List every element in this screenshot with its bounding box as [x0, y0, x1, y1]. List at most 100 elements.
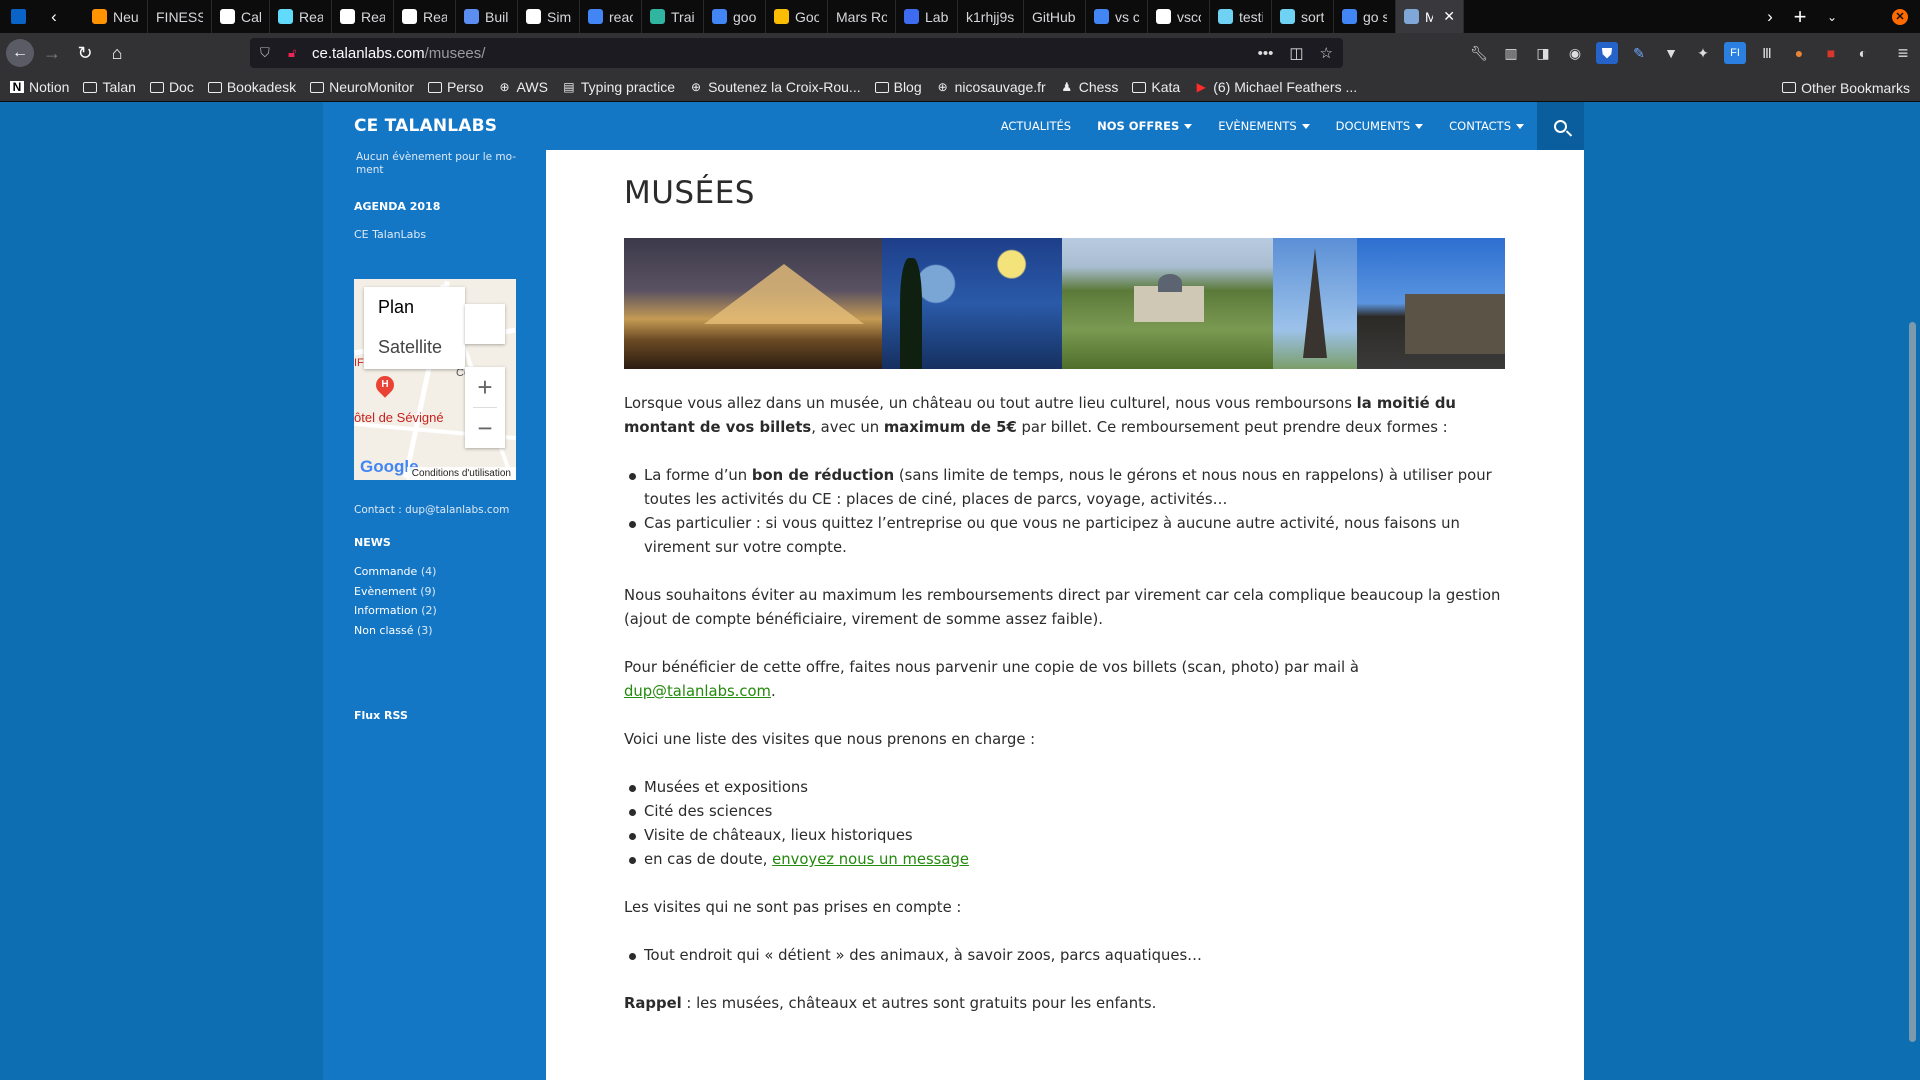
tab-label: k1rhjj9sb [966, 8, 1015, 25]
menu-icon[interactable]: ≡ [1892, 42, 1914, 64]
browser-tab[interactable]: testin [1210, 0, 1272, 33]
bitwarden-icon[interactable]: ⛊ [1596, 42, 1618, 64]
search-button[interactable] [1537, 102, 1584, 150]
browser-tab[interactable]: Simp [518, 0, 580, 33]
browser-tab[interactable]: FINESS : [148, 0, 212, 33]
bookmark-item[interactable]: ▶ (6) Michael Feathers ... [1194, 79, 1358, 95]
chateau-image [1062, 238, 1273, 369]
globe-icon: ⊕ [937, 80, 948, 94]
pocket-icon[interactable]: ◫ [1289, 44, 1303, 62]
bookmark-item[interactable]: Perso [427, 79, 484, 95]
map-satellite-button[interactable]: Satellite [378, 337, 442, 358]
bookmark-item[interactable]: ♟ Chess [1060, 79, 1118, 95]
back-button[interactable]: ← [3, 33, 37, 73]
forward-button[interactable]: → [35, 33, 69, 73]
bookmark-star-icon[interactable]: ☆ [1320, 44, 1333, 62]
extension-icon[interactable]: ✦ [1692, 42, 1714, 64]
rss-link[interactable]: Flux RSS [354, 709, 408, 722]
contact-message-link[interactable]: envoyez nous un message [772, 851, 969, 868]
browser-tab[interactable]: k1rhjj9sb [958, 0, 1024, 33]
browser-tab[interactable]: M✕ [1396, 0, 1464, 33]
tools-icon[interactable]: 🔧︎ [1468, 42, 1490, 64]
multi-container-icon[interactable]: Ⅲ [1756, 42, 1778, 64]
red-extension-icon[interactable]: ■ [1820, 42, 1842, 64]
nav-item[interactable]: CONTACTS [1449, 119, 1524, 133]
news-category-link[interactable]: Commande (4) [354, 565, 436, 578]
tab-favicon-icon [220, 9, 235, 24]
tab-list-chevron-icon[interactable]: ⌄ [1818, 0, 1846, 33]
page-scrollbar[interactable] [1905, 102, 1920, 1080]
nav-item[interactable]: DOCUMENTS [1336, 119, 1424, 133]
bold-text: maximum de 5€ [883, 419, 1017, 436]
browser-tab[interactable]: React [332, 0, 394, 33]
zoom-in-button[interactable]: + [465, 367, 505, 407]
zoom-out-button[interactable]: − [465, 408, 505, 448]
bookmark-item[interactable]: Bookadesk [207, 79, 296, 95]
tab-scroll-right-icon[interactable]: › [1756, 0, 1784, 33]
sidebar-toggle-icon[interactable]: ◨ [1532, 42, 1554, 64]
close-window-icon[interactable]: ✕ [1886, 0, 1914, 33]
bookmark-item[interactable]: ⊕ AWS [498, 79, 548, 95]
dark-mode-icon[interactable]: ◐ [1852, 42, 1874, 64]
bookmark-item[interactable]: Doc [149, 79, 194, 95]
browser-tab[interactable]: goog [704, 0, 766, 33]
browser-tab[interactable]: Lab9 [896, 0, 958, 33]
account-icon[interactable]: ◉ [1564, 42, 1586, 64]
browser-tab[interactable]: GitHub fo [1024, 0, 1086, 33]
browser-tab[interactable]: Mars Rov [828, 0, 896, 33]
close-tab-icon[interactable]: ✕ [1443, 8, 1455, 25]
browser-tab[interactable]: vscod [1148, 0, 1210, 33]
agenda-link[interactable]: CE TalanLabs [354, 228, 426, 241]
fi-extension-icon[interactable]: FI [1724, 42, 1746, 64]
news-category-link[interactable]: Non classé (3) [354, 624, 433, 637]
home-button[interactable]: ⌂ [100, 33, 134, 73]
browser-tab[interactable]: Train [642, 0, 704, 33]
insecure-lock-icon[interactable]: 🔓︎ [288, 45, 306, 61]
browser-tab[interactable]: go so [1334, 0, 1396, 33]
nav-item[interactable]: NOS OFFRES [1097, 119, 1193, 133]
cookie-extension-icon[interactable]: ● [1788, 42, 1810, 64]
site-title[interactable]: CE TALANLABS [354, 116, 497, 136]
browser-tab[interactable]: Calen [212, 0, 270, 33]
list-item: Cas particulier : si vous quittez l’entr… [629, 512, 1506, 560]
tracking-shield-icon[interactable]: ⛉ [260, 45, 278, 61]
browser-tab[interactable]: Goog [766, 0, 828, 33]
new-tab-icon[interactable]: + [1786, 0, 1814, 33]
map-plan-button[interactable]: Plan [378, 297, 414, 318]
url-bar[interactable]: ⛉ 🔓︎ ce.talanlabs.com/musees/ ••• ◫ ☆ [250, 38, 1343, 68]
vpn-extension-icon[interactable]: ▼ [1660, 42, 1682, 64]
bookmark-item[interactable]: ⊕ Soutenez la Croix-Rou... [689, 79, 861, 95]
google-map[interactable]: IF Consulat H ôtel de Sévigné Plan Satel… [354, 279, 516, 480]
browser-tab[interactable]: Neur [84, 0, 148, 33]
library-icon[interactable]: ▥ [1500, 42, 1522, 64]
browser-tab[interactable]: React [270, 0, 332, 33]
bookmark-item[interactable]: ⊕ nicosauvage.fr [936, 79, 1046, 95]
nav-item[interactable]: EVÈNEMENTS [1218, 119, 1310, 133]
hotel-pin-icon[interactable]: H [372, 372, 398, 398]
browser-tab[interactable]: sort [1272, 0, 1334, 33]
bookmark-item[interactable]: Blog [874, 79, 922, 95]
email-link[interactable]: dup@talanlabs.com [624, 683, 771, 700]
browser-tab[interactable]: Build [456, 0, 518, 33]
news-category-link[interactable]: Information (2) [354, 604, 437, 617]
other-bookmarks[interactable]: Other Bookmarks [1782, 73, 1910, 102]
map-fullscreen-button[interactable] [465, 304, 505, 344]
news-category-link[interactable]: Evènement (9) [354, 585, 436, 598]
browser-tab[interactable]: react [580, 0, 642, 33]
pen-extension-icon[interactable]: ✎ [1628, 42, 1650, 64]
bookmark-item[interactable]: N Notion [10, 79, 69, 95]
map-terms-link[interactable]: Conditions d'utilisation [406, 467, 516, 480]
tab-scroll-left-icon[interactable]: ‹ [40, 0, 68, 33]
browser-tab[interactable]: React [394, 0, 456, 33]
scrollbar-thumb[interactable] [1909, 322, 1916, 1042]
page-actions-button[interactable]: ••• [1258, 45, 1274, 62]
bookmark-item[interactable]: NeuroMonitor [310, 79, 414, 95]
bookmark-label: Kata [1151, 79, 1181, 95]
browser-tab[interactable]: vs co [1086, 0, 1148, 33]
bookmark-item[interactable]: Talan [83, 79, 136, 95]
bookmark-item[interactable]: ▤ Typing practice [562, 79, 675, 95]
reload-button[interactable]: ↻ [68, 33, 102, 73]
nav-item[interactable]: ACTUALITÉS [1001, 119, 1071, 133]
outlook-icon[interactable] [4, 0, 32, 33]
bookmark-item[interactable]: Kata [1132, 79, 1180, 95]
